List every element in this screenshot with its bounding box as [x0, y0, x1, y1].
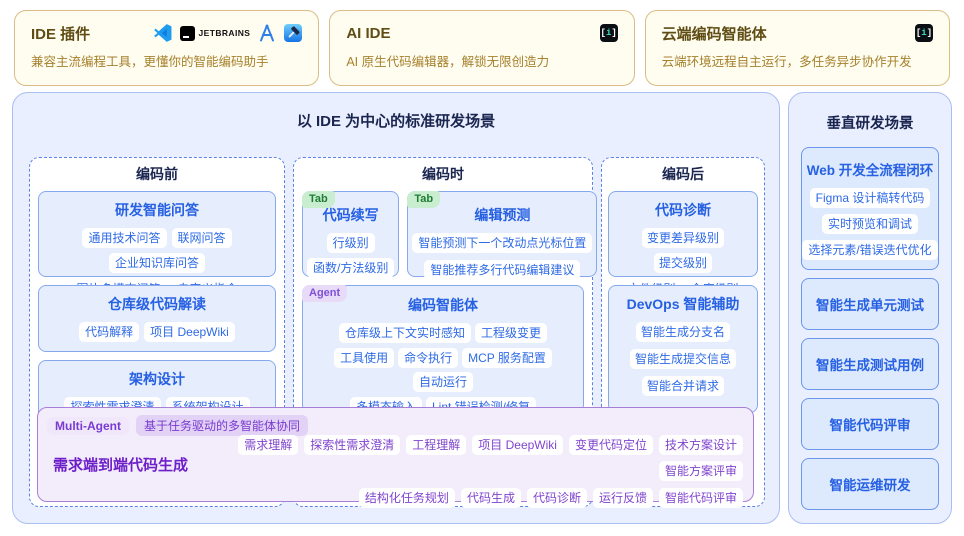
- feature-tag: 智能生成分支名: [636, 322, 730, 342]
- xcode-compass-icon: [258, 24, 276, 42]
- feature-tag: 通用技术问答: [82, 228, 166, 248]
- feature-box-repo-understanding: 仓库级代码解读 代码解释项目 DeepWiki: [38, 285, 276, 352]
- feature-tag: 自动运行: [413, 372, 473, 392]
- card-ai-ide: AI IDE [i] AI 原生代码编辑器，解锁无限创造力: [329, 10, 634, 86]
- card-title: 云端编码智能体: [662, 23, 767, 44]
- feature-tag: 提交级别: [654, 253, 712, 273]
- feature-title: 代码续写: [307, 205, 394, 225]
- sidebar-box-test-case: 智能生成测试用例: [801, 338, 939, 390]
- tab-feature-pair: Tab 代码续写 行级别函数/方法级别 Tab 编辑预测 智能预测下一个改动点光…: [302, 191, 584, 277]
- feature-tag: 智能预测下一个改动点光标位置: [412, 233, 592, 253]
- lingma-icon: [i]: [915, 24, 933, 42]
- feature-tag: 仓库级上下文实时感知: [339, 323, 471, 343]
- lingma-icon: [i]: [600, 24, 618, 42]
- feature-title: 代码诊断: [611, 200, 755, 220]
- jetbrains-wordmark: JETBRAINS: [199, 28, 251, 38]
- panel-title: 以 IDE 为中心的标准研发场景: [13, 110, 779, 131]
- card-title: AI IDE: [346, 25, 390, 42]
- feature-tag: 智能推荐多行代码编辑建议: [424, 260, 580, 280]
- tab-badge: Tab: [302, 191, 335, 208]
- vscode-icon: [154, 24, 172, 42]
- column-header: 编码时: [294, 166, 592, 182]
- feature-title: DevOps 智能辅助: [611, 294, 755, 314]
- feature-tag: 智能方案评审: [659, 461, 743, 481]
- card-subtitle: AI 原生代码编辑器，解锁无限创造力: [346, 51, 617, 70]
- feature-tag: 智能代码评审: [659, 488, 743, 508]
- multi-agent-badge: Multi-Agent: [47, 417, 129, 435]
- feature-tag: 代码生成: [461, 488, 521, 508]
- card-cloud-agent: 云端编码智能体 [i] 云端环境远程自主运行，多任务异步协作开发: [645, 10, 950, 86]
- feature-box-devops: DevOps 智能辅助 智能生成分支名 智能生成提交信息 智能合并请求: [608, 285, 758, 413]
- feature-tag: 选择元素/错误迭代优化: [802, 240, 937, 260]
- feature-tag: 命令执行: [398, 348, 458, 368]
- vertical-scenarios-panel: 垂直研发场景 Web 开发全流程闭环 Figma 设计稿转代码实时预览和调试选择…: [788, 92, 952, 524]
- feature-title: 智能代码评审: [830, 414, 911, 434]
- multi-agent-box: Multi-Agent 基于任务驱动的多智能体协同 需求端到端代码生成 需求理解…: [37, 407, 754, 502]
- feature-title: 编码智能体: [307, 295, 579, 315]
- feature-tag: 行级别: [327, 233, 375, 253]
- sidebar-box-web: Web 开发全流程闭环 Figma 设计稿转代码实时预览和调试选择元素/错误迭代…: [801, 147, 939, 270]
- tab-badge: Tab: [407, 191, 440, 208]
- feature-tag: 企业知识库问答: [109, 253, 205, 273]
- feature-tag: 智能合并请求: [642, 376, 724, 396]
- feature-box-completion: Tab 代码续写 行级别函数/方法级别: [302, 191, 399, 277]
- card-subtitle: 兼容主流编程工具，更懂你的智能编码助手: [31, 51, 302, 70]
- feature-tag: 技术方案设计: [659, 435, 743, 455]
- multi-agent-desc: 基于任务驱动的多智能体协同: [136, 415, 308, 436]
- feature-tag: 工程级变更: [475, 323, 547, 343]
- jetbrains-logo: JETBRAINS: [180, 26, 251, 41]
- feature-tag: 工具使用: [334, 348, 394, 368]
- card-ide-plugin: IDE 插件 JETBRAINS: [14, 10, 319, 86]
- feature-title: 智能生成测试用例: [816, 354, 924, 374]
- card-title: IDE 插件: [31, 23, 90, 44]
- multi-agent-tags: 需求理解探索性需求澄清工程理解项目 DeepWiki 变更代码定位技术方案设计智能…: [203, 435, 743, 515]
- multi-agent-title: 需求端到端代码生成: [53, 454, 188, 475]
- feature-tag: 需求理解: [238, 435, 298, 455]
- xcode-hammer-icon: [284, 24, 302, 42]
- feature-tag: Figma 设计稿转代码: [810, 188, 931, 208]
- feature-box-code-diagnosis: 代码诊断 变更差异级别提交级别 文件级别仓库级别: [608, 191, 758, 277]
- feature-box-edit-prediction: Tab 编辑预测 智能预测下一个改动点光标位置智能推荐多行代码编辑建议: [407, 191, 597, 277]
- feature-tag: 代码解释: [79, 322, 139, 342]
- feature-tag: 联网问答: [172, 228, 232, 248]
- feature-tag: 变更差异级别: [642, 228, 724, 248]
- column-header: 编码后: [602, 166, 764, 182]
- feature-tag: 探索性需求澄清: [304, 435, 400, 455]
- jetbrains-mark-icon: [180, 26, 195, 41]
- feature-title: 仓库级代码解读: [43, 294, 271, 314]
- feature-tag: 变更代码定位: [569, 435, 653, 455]
- feature-tag: 工程理解: [406, 435, 466, 455]
- ide-standard-scenarios-panel: 以 IDE 为中心的标准研发场景 编码前 研发智能问答 通用技术问答联网问答企业…: [12, 92, 780, 524]
- feature-diagram: IDE 插件 JETBRAINS: [0, 0, 964, 536]
- feature-tag: 函数/方法级别: [307, 258, 394, 278]
- feature-tag: 结构化任务规划: [359, 488, 455, 508]
- column-header: 编码前: [30, 166, 284, 182]
- feature-tag: 智能生成提交信息: [630, 349, 736, 369]
- feature-box-coding-agent: Agent 编码智能体 仓库级上下文实时感知工程级变更 工具使用命令执行MCP …: [302, 285, 584, 413]
- feature-title: 编辑预测: [412, 205, 592, 225]
- sidebar-box-unit-test: 智能生成单元测试: [801, 278, 939, 330]
- sidebar-title: 垂直研发场景: [789, 112, 951, 133]
- feature-tag: 运行反馈: [593, 488, 653, 508]
- sidebar-box-code-review: 智能代码评审: [801, 398, 939, 450]
- feature-title: 研发智能问答: [43, 200, 271, 220]
- feature-tag: 代码诊断: [527, 488, 587, 508]
- feature-title: 智能生成单元测试: [816, 294, 924, 314]
- feature-title: 智能运维研发: [830, 474, 911, 494]
- feature-title: 架构设计: [43, 369, 271, 389]
- feature-tag: MCP 服务配置: [462, 348, 552, 368]
- top-card-row: IDE 插件 JETBRAINS: [14, 10, 950, 86]
- multi-agent-badges: Multi-Agent 基于任务驱动的多智能体协同: [47, 415, 308, 436]
- agent-badge: Agent: [302, 285, 347, 302]
- feature-box-qa: 研发智能问答 通用技术问答联网问答企业知识库问答 图片多模态问答自定义指令: [38, 191, 276, 277]
- feature-tag: 项目 DeepWiki: [144, 322, 235, 342]
- ide-icons: JETBRAINS: [154, 24, 303, 42]
- feature-title: Web 开发全流程闭环: [805, 159, 935, 179]
- phase-columns: 编码前 研发智能问答 通用技术问答联网问答企业知识库问答 图片多模态问答自定义指…: [29, 157, 765, 507]
- feature-tag: 项目 DeepWiki: [472, 435, 563, 455]
- sidebar-box-ops-dev: 智能运维研发: [801, 458, 939, 510]
- feature-tag: 实时预览和调试: [822, 214, 918, 234]
- card-subtitle: 云端环境远程自主运行，多任务异步协作开发: [662, 51, 933, 70]
